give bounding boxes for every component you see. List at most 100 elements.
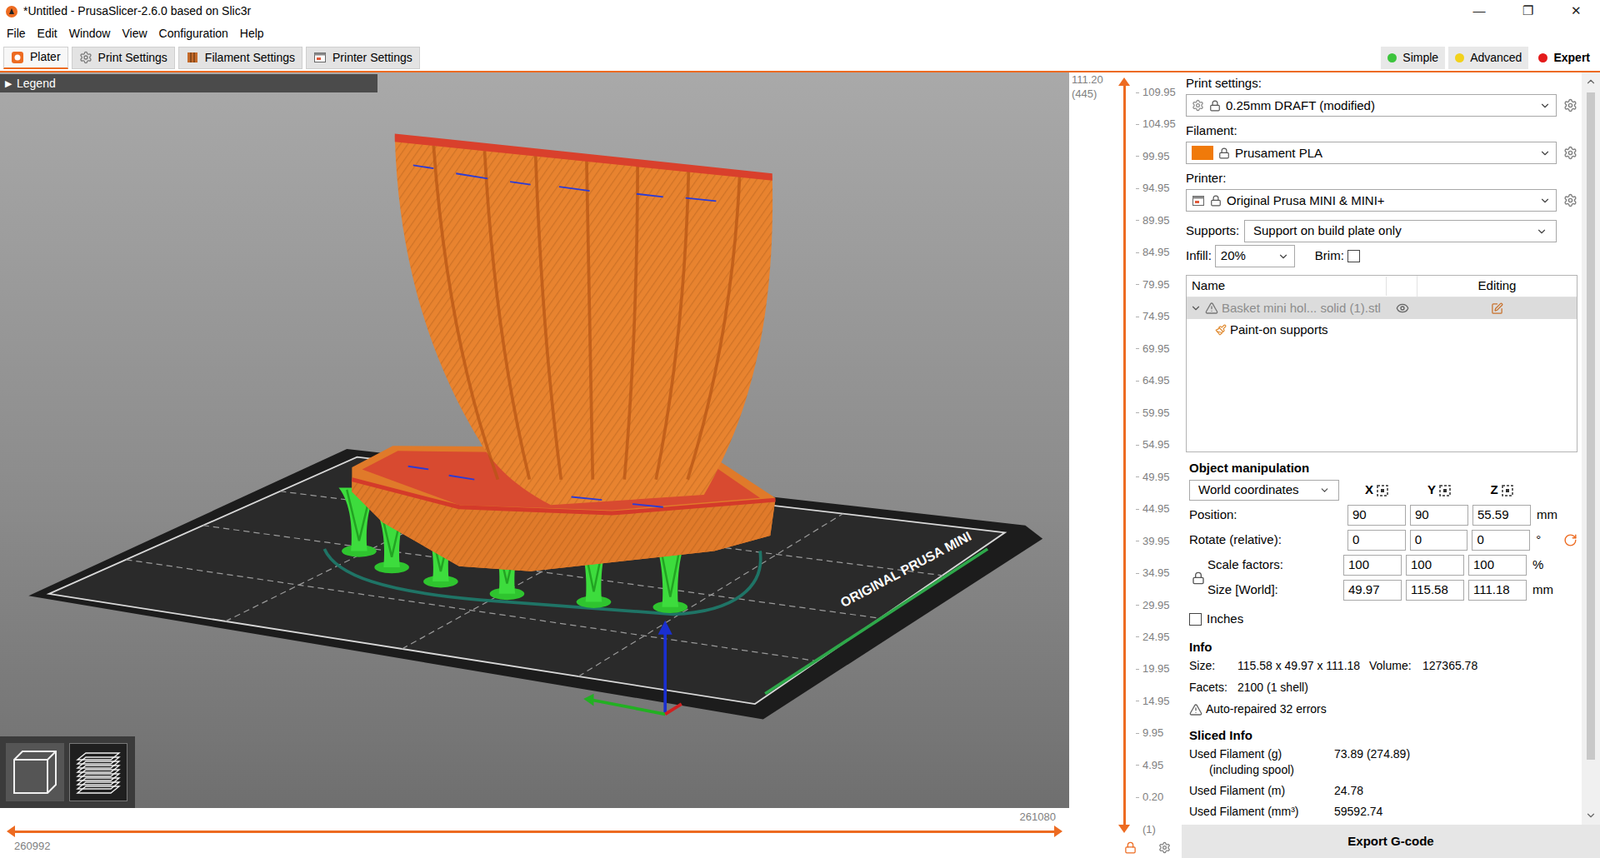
mode-button[interactable]: Simple: [1380, 46, 1445, 70]
title-bar: *Untitled - PrusaSlicer-2.6.0 based on S…: [0, 0, 1600, 23]
value-field[interactable]: 55.59: [1472, 505, 1531, 526]
printer-dropdown[interactable]: Original Prusa MINI & MINI+: [1185, 189, 1557, 212]
infill-dropdown[interactable]: 20%: [1215, 245, 1295, 268]
scroll-down-icon[interactable]: [1585, 810, 1597, 822]
value-field[interactable]: 0: [1347, 530, 1406, 551]
mode-dot-icon: [1455, 53, 1465, 63]
window-control[interactable]: ✕: [1551, 0, 1600, 23]
lock-icon: [1209, 100, 1221, 112]
brim-checkbox[interactable]: [1347, 250, 1360, 263]
axis-header[interactable]: Z: [1472, 480, 1531, 500]
slider-handle-left-icon[interactable]: [6, 825, 15, 838]
object-list-row[interactable]: Paint-on supports: [1186, 319, 1577, 341]
value-field[interactable]: 49.97: [1343, 580, 1402, 601]
menu-item[interactable]: Window: [63, 25, 117, 42]
printer-icon: [313, 50, 327, 65]
slider-handle-bottom-icon[interactable]: [1118, 825, 1130, 834]
3d-view-button[interactable]: [5, 743, 65, 802]
visibility-icon[interactable]: [1395, 301, 1410, 315]
slider-handle-top-icon[interactable]: [1118, 77, 1130, 86]
gear-icon[interactable]: [1563, 145, 1578, 160]
window-title: *Untitled - PrusaSlicer-2.6.0 based on S…: [23, 2, 251, 20]
paint-supports-icon: [1215, 324, 1227, 336]
layers-view-button[interactable]: [69, 743, 128, 802]
mode-button[interactable]: Expert: [1531, 46, 1597, 70]
edit-icon[interactable]: [1490, 302, 1504, 315]
chevron-down-icon: [1277, 250, 1290, 263]
expanded-icon[interactable]: [1190, 302, 1202, 315]
3d-scene[interactable]: ORIGINAL PRUSA MINI: [0, 72, 1070, 809]
gear-icon[interactable]: [1563, 193, 1578, 208]
menu-item[interactable]: File: [0, 25, 32, 42]
reset-rotation-icon[interactable]: [1563, 533, 1578, 548]
sliced-info-section: Sliced InfoUsed Filament (g)(including s…: [1185, 727, 1578, 823]
menu-item[interactable]: View: [115, 25, 153, 42]
chevron-down-icon: [1539, 100, 1551, 112]
slider-fill: [15, 830, 1055, 834]
legend-bar[interactable]: ▶Legend: [0, 74, 378, 93]
cube-icon: [10, 748, 60, 797]
menu-bar: FileEditWindowViewConfigurationHelp: [0, 22, 1600, 45]
tab[interactable]: Plater: [3, 46, 69, 70]
tab[interactable]: Print Settings: [71, 46, 175, 70]
slider-handle-right-icon[interactable]: [1054, 825, 1063, 838]
lock-icon: [1218, 147, 1230, 160]
slider-tick-label: 69.95: [1135, 342, 1182, 356]
sliced-info-row: Used Filament (m)24.78: [1189, 780, 1578, 802]
menu-item[interactable]: Help: [234, 25, 270, 42]
horizontal-slider[interactable]: 261080260992: [0, 808, 1070, 858]
tab[interactable]: Printer Settings: [305, 46, 420, 70]
inches-checkbox[interactable]: [1189, 613, 1202, 626]
lock-icon: [1210, 195, 1222, 207]
value-field[interactable]: 0: [1471, 530, 1530, 551]
axis-header[interactable]: Y: [1410, 480, 1469, 500]
mode-button[interactable]: Advanced: [1448, 46, 1529, 70]
menu-item[interactable]: Configuration: [153, 25, 235, 42]
gear-icon[interactable]: [1158, 841, 1171, 855]
value-field[interactable]: 100: [1343, 555, 1402, 576]
object-list-row[interactable]: Basket mini hol... solid (1).stl: [1186, 297, 1577, 320]
app-logo-icon: [5, 5, 19, 19]
value-field[interactable]: 115.58: [1405, 580, 1465, 601]
menu-item[interactable]: Edit: [31, 25, 64, 42]
value-field[interactable]: 90: [1410, 505, 1469, 526]
value-field[interactable]: 90: [1347, 505, 1406, 526]
slider-tick-label: 64.95: [1135, 374, 1182, 388]
drop-to-axis-icon: [1376, 485, 1389, 497]
value-field[interactable]: 100: [1405, 555, 1465, 576]
manipulation-row: Scale factors:100100100%: [1207, 555, 1554, 576]
tab[interactable]: Filament Settings: [178, 46, 303, 70]
3d-canvas[interactable]: ORIGINAL PRUSA MINI▶Legend: [0, 72, 1070, 809]
axis-header[interactable]: X: [1347, 480, 1406, 500]
scrollbar-thumb[interactable]: [1586, 92, 1595, 760]
slider-tick-label: 0.20: [1135, 790, 1182, 805]
slider-tick-label: 104.95: [1135, 117, 1182, 131]
printer-icon: [1191, 194, 1205, 208]
filament-dropdown[interactable]: Prusament PLA: [1185, 141, 1557, 165]
value-field[interactable]: 0: [1410, 530, 1469, 551]
value-field[interactable]: 111.18: [1468, 580, 1527, 601]
supports-dropdown[interactable]: Support on build plate only: [1244, 220, 1557, 243]
plater-icon: [10, 50, 25, 65]
sidebar-scrollbar[interactable]: [1581, 72, 1600, 825]
slider-tick-label: 99.95: [1135, 150, 1182, 164]
coordinates-dropdown[interactable]: World coordinates: [1189, 480, 1340, 501]
scale-locked-icon[interactable]: [1191, 571, 1205, 585]
slider-tick-label: 84.95: [1135, 245, 1182, 260]
gear-icon[interactable]: [1563, 98, 1578, 113]
vertical-slider[interactable]: 111.20(445)109.95104.9599.9594.9589.9584…: [1069, 72, 1182, 858]
print-settings-dropdown[interactable]: 0.25mm DRAFT (modified): [1185, 94, 1557, 117]
value-field[interactable]: 100: [1468, 555, 1527, 576]
window-control[interactable]: —: [1455, 0, 1504, 23]
scroll-up-icon[interactable]: [1585, 75, 1597, 88]
slider-tick-label: 109.95: [1135, 85, 1182, 100]
slider-tick-label: 24.95: [1135, 630, 1182, 645]
export-gcode-button[interactable]: Export G-code: [1181, 825, 1600, 858]
sliced-info-row: Used Filament (mm³)59592.74: [1189, 801, 1578, 823]
window-control[interactable]: ❐: [1503, 0, 1552, 23]
lock-icon[interactable]: [1124, 841, 1137, 855]
basket-model: [395, 135, 773, 505]
slider-tick-label: 9.95: [1135, 726, 1182, 740]
chevron-down-icon: [1319, 485, 1330, 496]
info-section: InfoSize:115.58 x 49.97 x 111.18Volume:1…: [1185, 639, 1578, 721]
